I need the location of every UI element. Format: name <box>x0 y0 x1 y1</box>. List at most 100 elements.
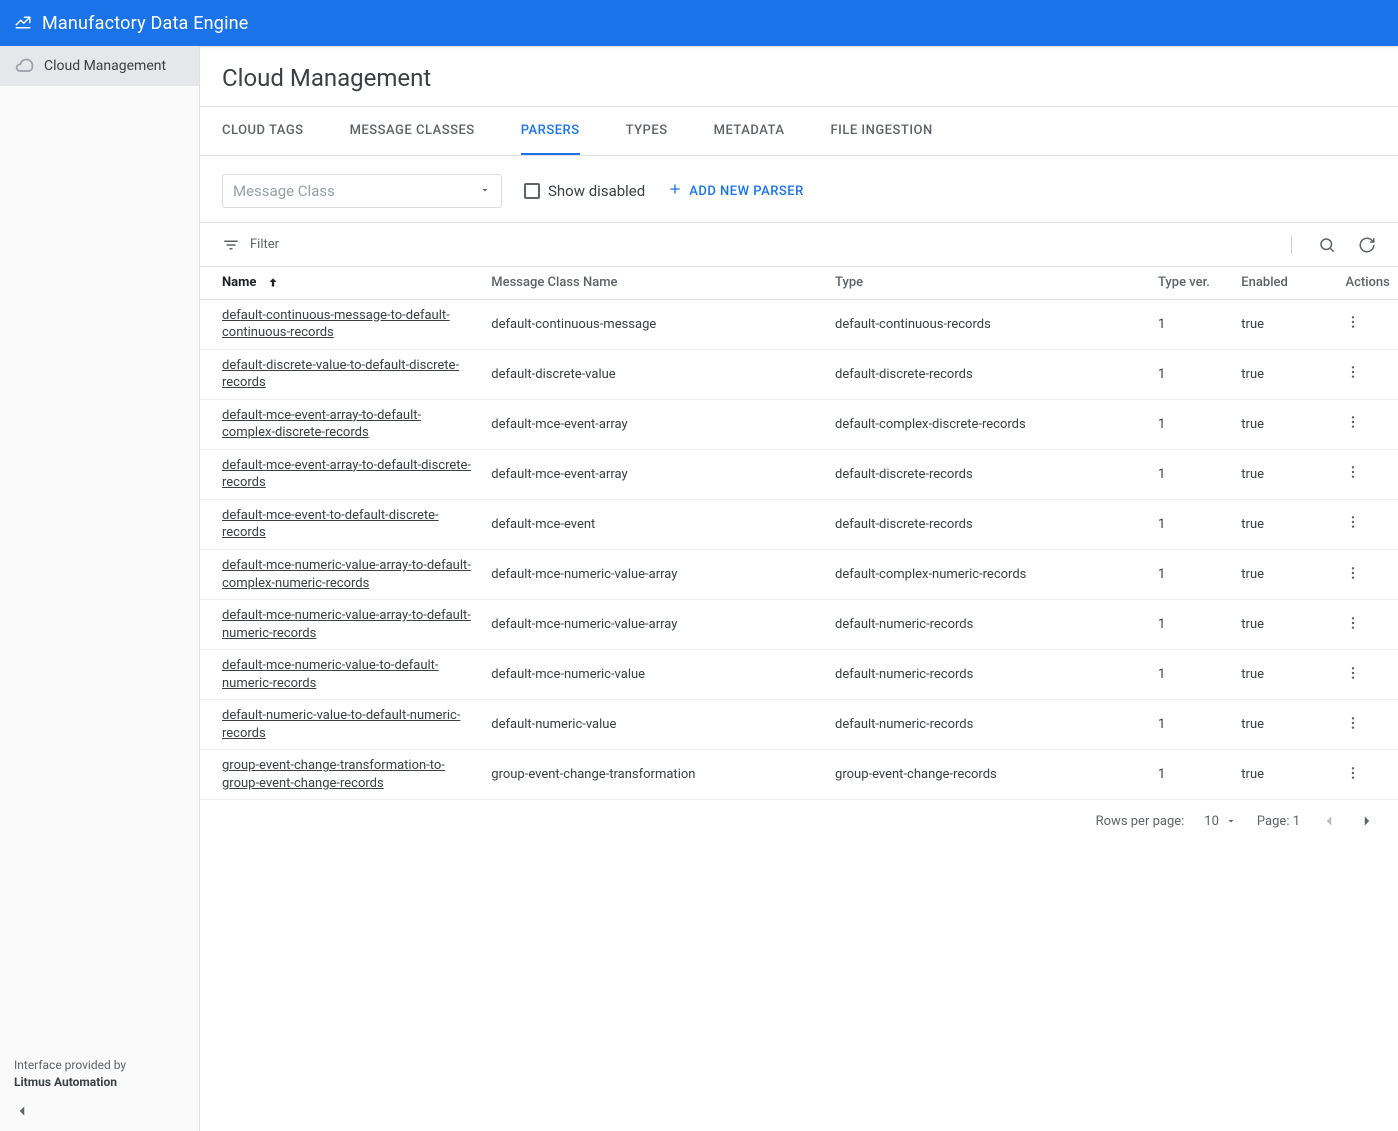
tab-message-classes[interactable]: Message Classes <box>350 107 475 155</box>
separator <box>1291 236 1292 254</box>
col-header-name[interactable]: Name <box>200 267 481 299</box>
tab-metadata[interactable]: Metadata <box>714 107 785 155</box>
col-header-enabled[interactable]: Enabled <box>1231 267 1335 299</box>
show-disabled-label: Show disabled <box>548 182 645 200</box>
message-class-select[interactable]: Message Class <box>222 174 502 208</box>
row-actions-menu-button[interactable] <box>1345 314 1361 330</box>
cell-type: default-numeric-records <box>825 650 1148 700</box>
add-new-parser-button[interactable]: Add New Parser <box>667 181 804 201</box>
filter-icon[interactable] <box>222 236 240 254</box>
cell-enabled: true <box>1231 349 1335 399</box>
cell-enabled: true <box>1231 449 1335 499</box>
cell-enabled: true <box>1231 399 1335 449</box>
parser-name-link[interactable]: default-continuous-message-to-default-co… <box>222 307 471 342</box>
plus-icon <box>667 181 683 201</box>
cell-type: default-discrete-records <box>825 499 1148 549</box>
parser-name-link[interactable]: default-mce-event-to-default-discrete-re… <box>222 507 471 542</box>
cell-enabled: true <box>1231 650 1335 700</box>
cell-enabled: true <box>1231 700 1335 750</box>
prev-page-button[interactable] <box>1320 812 1338 830</box>
sort-asc-icon <box>266 276 280 290</box>
table-row: default-mce-numeric-value-array-to-defau… <box>200 549 1398 599</box>
col-header-message-class-name[interactable]: Message Class Name <box>481 267 825 299</box>
row-actions-menu-button[interactable] <box>1345 364 1361 380</box>
parser-name-link[interactable]: group-event-change-transformation-to-gro… <box>222 757 471 792</box>
rows-per-page-select[interactable]: 10 <box>1204 814 1237 829</box>
sidebar-item-cloud-management[interactable]: Cloud Management <box>0 46 199 86</box>
page-title-bar: Cloud Management <box>200 46 1398 107</box>
cloud-icon <box>14 56 34 76</box>
tab-file-ingestion[interactable]: File Ingestion <box>830 107 932 155</box>
table-row: default-mce-numeric-value-to-default-num… <box>200 650 1398 700</box>
page-title: Cloud Management <box>222 64 1376 92</box>
cell-type-ver: 1 <box>1148 650 1231 700</box>
row-actions-menu-button[interactable] <box>1345 615 1361 631</box>
cell-type: default-continuous-records <box>825 299 1148 349</box>
main-content: Cloud Management Cloud Tags Message Clas… <box>200 46 1398 1131</box>
next-page-button[interactable] <box>1358 812 1376 830</box>
cell-enabled: true <box>1231 299 1335 349</box>
parser-name-link[interactable]: default-numeric-value-to-default-numeric… <box>222 707 471 742</box>
parser-name-link[interactable]: default-mce-numeric-value-array-to-defau… <box>222 557 471 592</box>
filter-label[interactable]: Filter <box>250 237 279 252</box>
parser-name-link[interactable]: default-mce-event-array-to-default-compl… <box>222 407 471 442</box>
pagination: Rows per page: 10 Page: 1 <box>200 800 1398 842</box>
app-header: Manufactory Data Engine <box>0 0 1398 46</box>
message-class-select-placeholder: Message Class <box>233 182 335 200</box>
cell-type-ver: 1 <box>1148 549 1231 599</box>
rows-per-page-value: 10 <box>1204 814 1219 829</box>
cell-type-ver: 1 <box>1148 750 1231 800</box>
checkbox-unchecked-icon <box>524 183 540 199</box>
app-title: Manufactory Data Engine <box>42 13 249 34</box>
sidebar-collapse-button[interactable] <box>10 1099 34 1123</box>
cell-message-class-name: default-numeric-value <box>481 700 825 750</box>
cell-type: default-discrete-records <box>825 449 1148 499</box>
caret-down-icon <box>1225 815 1237 827</box>
show-disabled-checkbox[interactable]: Show disabled <box>524 182 645 200</box>
parser-name-link[interactable]: default-discrete-value-to-default-discre… <box>222 357 471 392</box>
sidebar-footer-line1: Interface provided by <box>14 1057 185 1074</box>
cell-message-class-name: default-discrete-value <box>481 349 825 399</box>
cell-message-class-name: default-mce-event-array <box>481 399 825 449</box>
sidebar-footer-line2: Litmus Automation <box>14 1074 185 1091</box>
cell-type-ver: 1 <box>1148 700 1231 750</box>
table-row: group-event-change-transformation-to-gro… <box>200 750 1398 800</box>
parser-name-link[interactable]: default-mce-numeric-value-array-to-defau… <box>222 607 471 642</box>
col-header-type-ver[interactable]: Type ver. <box>1148 267 1231 299</box>
parser-name-link[interactable]: default-mce-numeric-value-to-default-num… <box>222 657 471 692</box>
search-icon[interactable] <box>1318 236 1336 254</box>
table-row: default-mce-numeric-value-array-to-defau… <box>200 600 1398 650</box>
brand-chart-icon <box>14 12 32 34</box>
cell-type: default-complex-discrete-records <box>825 399 1148 449</box>
tab-parsers[interactable]: Parsers <box>521 107 580 155</box>
cell-enabled: true <box>1231 750 1335 800</box>
parser-name-link[interactable]: default-mce-event-array-to-default-discr… <box>222 457 471 492</box>
tab-types[interactable]: Types <box>626 107 668 155</box>
cell-type: default-discrete-records <box>825 349 1148 399</box>
cell-type: default-numeric-records <box>825 700 1148 750</box>
row-actions-menu-button[interactable] <box>1345 464 1361 480</box>
sidebar-item-label: Cloud Management <box>44 58 166 74</box>
refresh-icon[interactable] <box>1358 236 1376 254</box>
table-row: default-numeric-value-to-default-numeric… <box>200 700 1398 750</box>
row-actions-menu-button[interactable] <box>1345 514 1361 530</box>
table-row: default-discrete-value-to-default-discre… <box>200 349 1398 399</box>
cell-enabled: true <box>1231 499 1335 549</box>
cell-type-ver: 1 <box>1148 349 1231 399</box>
row-actions-menu-button[interactable] <box>1345 565 1361 581</box>
filter-row: Filter <box>200 223 1398 267</box>
cell-type-ver: 1 <box>1148 449 1231 499</box>
row-actions-menu-button[interactable] <box>1345 765 1361 781</box>
add-new-parser-label: Add New Parser <box>689 184 804 199</box>
row-actions-menu-button[interactable] <box>1345 414 1361 430</box>
row-actions-menu-button[interactable] <box>1345 715 1361 731</box>
cell-type: default-numeric-records <box>825 600 1148 650</box>
col-header-type[interactable]: Type <box>825 267 1148 299</box>
cell-message-class-name: default-mce-event-array <box>481 449 825 499</box>
table-row: default-mce-event-array-to-default-compl… <box>200 399 1398 449</box>
cell-message-class-name: default-mce-numeric-value-array <box>481 600 825 650</box>
row-actions-menu-button[interactable] <box>1345 665 1361 681</box>
table-row: default-mce-event-to-default-discrete-re… <box>200 499 1398 549</box>
tab-cloud-tags[interactable]: Cloud Tags <box>222 107 304 155</box>
cell-message-class-name: default-mce-numeric-value-array <box>481 549 825 599</box>
